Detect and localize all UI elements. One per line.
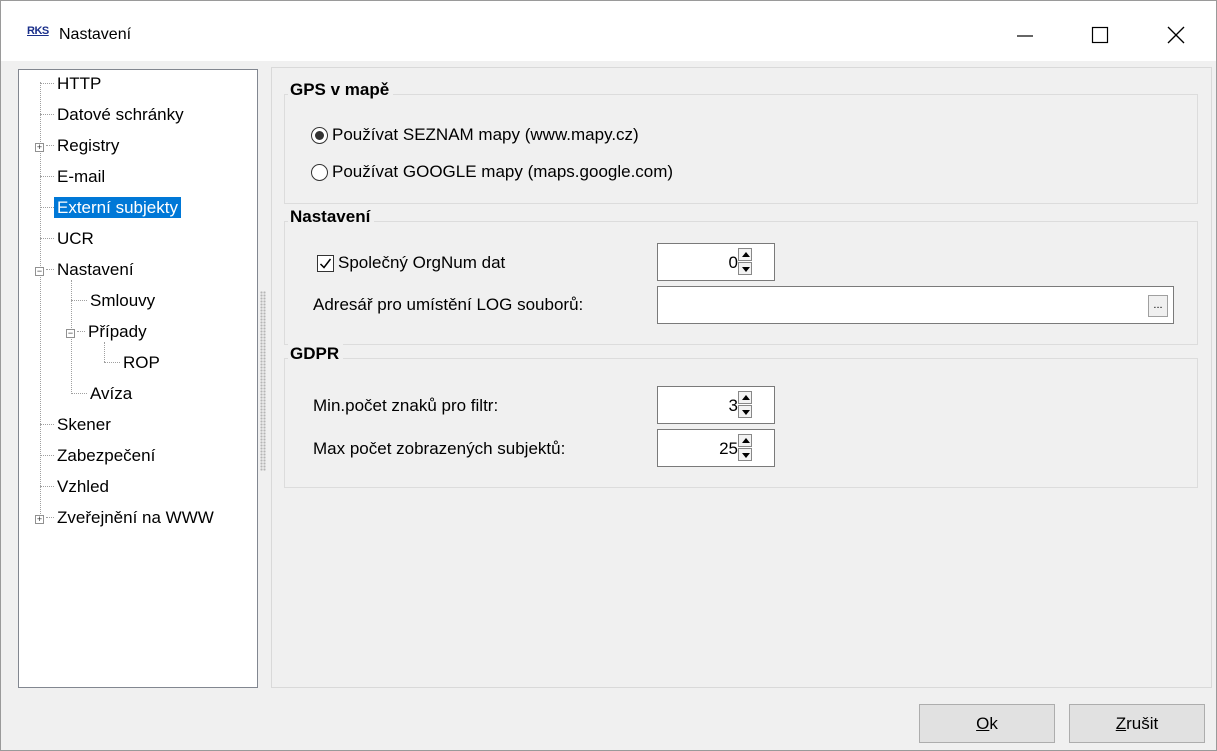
radio-seznam[interactable] [311,126,328,144]
settings-window: RKS Nastavení HTTP Datové schránky + Reg… [0,0,1217,751]
orgnum-checkbox-row[interactable]: Společný OrgNum dat [317,253,505,273]
gps-group-title: GPS v mapě [288,80,394,100]
gps-group: GPS v mapě Používat SEZNAM mapy (www.map… [284,80,1198,204]
splitter-handle[interactable] [260,291,266,471]
tree-item-skener[interactable]: Skener [40,411,114,439]
spin-up-icon[interactable] [738,434,752,447]
expand-icon[interactable]: + [35,143,44,152]
cancel-mnemonic: Z [1115,714,1127,733]
tree-item-registry[interactable]: Registry [46,132,122,160]
gdpr-group: GDPR Min.počet znaků pro filtr: 3 Max po… [284,344,1198,488]
tree-item-aviza[interactable]: Avíza [71,380,135,408]
orgnum-spin-arrows[interactable] [738,248,754,276]
tree-item-datove-schranky[interactable]: Datové schránky [40,101,187,129]
tree-item-pripady[interactable]: Případy [77,318,150,346]
min-chars-label: Min.počet znaků pro filtr: [313,396,499,415]
settings-panel: GPS v mapě Používat SEZNAM mapy (www.map… [271,67,1212,688]
browse-button[interactable]: ... [1148,295,1168,317]
maximize-button[interactable] [1080,19,1120,49]
window-title: Nastavení [59,26,132,43]
minimize-icon [1017,35,1033,37]
max-subjects-spin-arrows[interactable] [738,434,754,462]
max-subjects-value[interactable]: 25 [719,439,738,459]
tree-item-smlouvy[interactable]: Smlouvy [71,287,158,315]
spin-up-icon[interactable] [738,248,752,261]
gdpr-group-title: GDPR [288,344,344,364]
close-button[interactable] [1156,19,1196,49]
min-chars-value[interactable]: 3 [729,396,738,416]
spin-down-icon[interactable] [738,448,752,461]
cancel-button[interactable]: Zrušit [1069,704,1205,743]
spin-down-icon[interactable] [738,262,752,275]
cancel-label: rušit [1126,714,1159,733]
tree-item-http[interactable]: HTTP [40,70,104,98]
orgnum-checkbox[interactable] [317,254,334,272]
maximize-icon [1091,26,1109,44]
log-dir-input[interactable]: ... [657,286,1174,324]
radio-seznam-row[interactable]: Používat SEZNAM mapy (www.mapy.cz) [311,125,639,145]
orgnum-spinner[interactable]: 0 [657,243,775,281]
app-icon: RKS [27,25,49,37]
ok-label: k [989,714,998,733]
min-chars-spin-arrows[interactable] [738,391,754,419]
tree-item-zabezpeceni[interactable]: Zabezpečení [40,442,158,470]
tree-item-ucr[interactable]: UCR [40,225,97,253]
nastaveni-group-title: Nastavení [288,207,375,227]
minimize-button[interactable] [1005,19,1045,49]
log-dir-label: Adresář pro umístění LOG souborů: [313,295,584,314]
tree-item-email[interactable]: E-mail [40,163,108,191]
orgnum-value[interactable]: 0 [729,253,738,273]
radio-google[interactable] [311,163,328,181]
spin-up-icon[interactable] [738,391,752,404]
ok-button[interactable]: Ok [919,704,1055,743]
tree-item-rop[interactable]: ROP [104,349,163,377]
radio-seznam-label: Používat SEZNAM mapy (www.mapy.cz) [332,125,639,144]
tree-item-vzhled[interactable]: Vzhled [40,473,112,501]
tree-item-externi-subjekty[interactable]: Externí subjekty [40,194,181,222]
max-subjects-spinner[interactable]: 25 [657,429,775,467]
close-icon [1167,26,1185,44]
tree-item-nastaveni[interactable]: Nastavení [46,256,137,284]
settings-tree[interactable]: HTTP Datové schránky + Registry E-mail E… [18,69,258,688]
title-bar[interactable]: RKS Nastavení [1,1,1216,61]
max-subjects-label: Max počet zobrazených subjektů: [313,439,566,458]
tree-item-zverejneni-www[interactable]: Zveřejnění na WWW [46,504,217,532]
checkmark-icon [319,258,332,269]
ok-mnemonic: O [976,714,990,733]
collapse-icon[interactable]: − [35,267,44,276]
collapse-icon[interactable]: − [66,329,75,338]
radio-google-label: Používat GOOGLE mapy (maps.google.com) [332,162,674,181]
orgnum-label: Společný OrgNum dat [338,253,506,272]
nastaveni-group: Nastavení Společný OrgNum dat 0 Adresář … [284,207,1198,345]
min-chars-spinner[interactable]: 3 [657,386,775,424]
spin-down-icon[interactable] [738,405,752,418]
radio-google-row[interactable]: Používat GOOGLE mapy (maps.google.com) [311,162,673,182]
expand-icon[interactable]: + [35,515,44,524]
